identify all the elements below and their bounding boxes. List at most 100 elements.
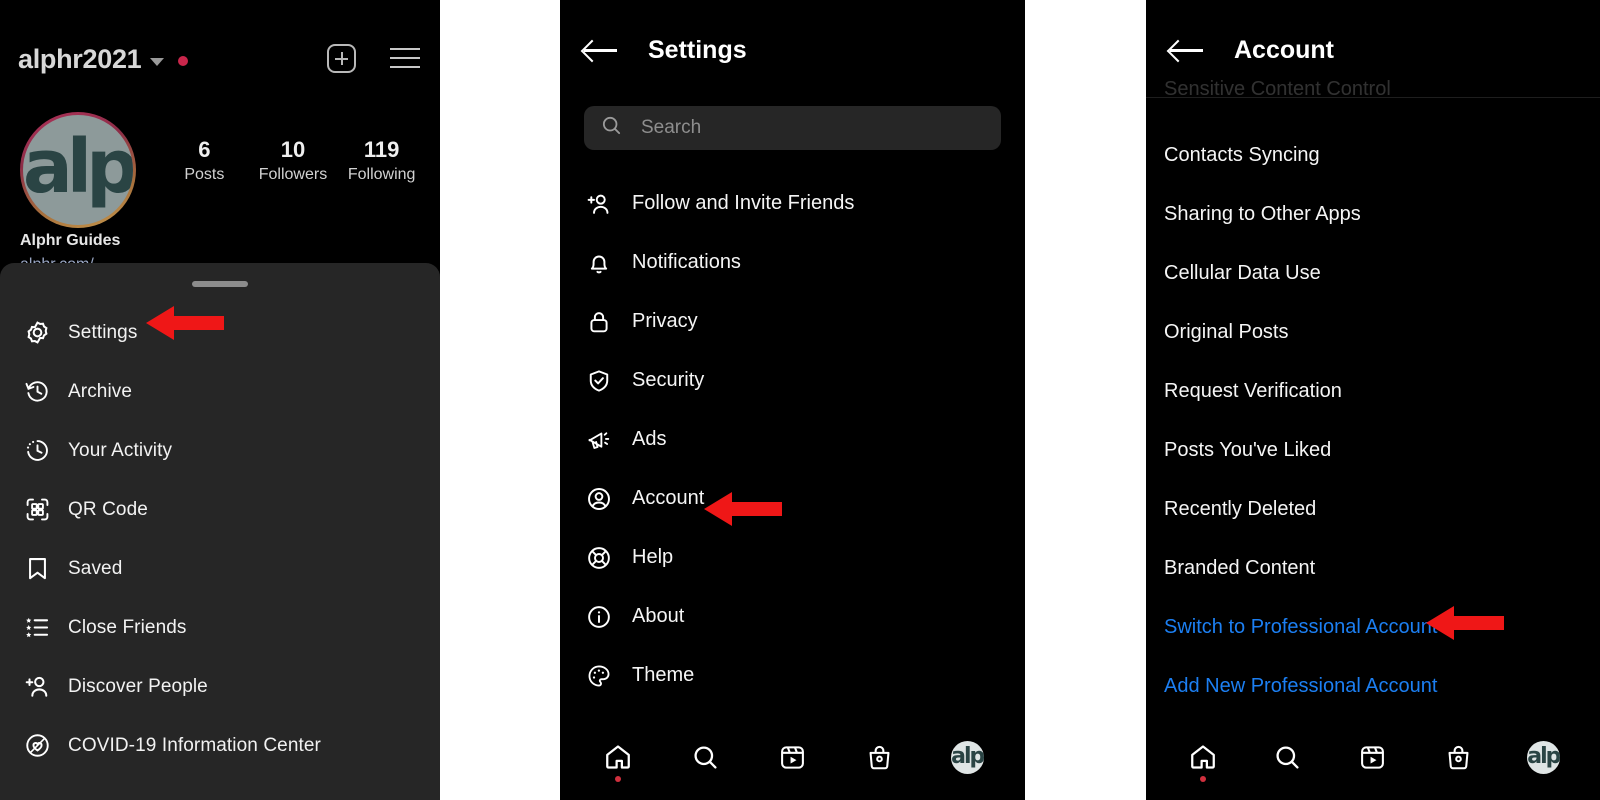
settings-item-follow-and-invite-friends[interactable]: Follow and Invite Friends: [560, 174, 1025, 233]
stat-label: Followers: [258, 165, 328, 183]
settings-item-label: Follow and Invite Friends: [632, 192, 855, 214]
sheet-item-covid-info[interactable]: COVID-19 Information Center: [0, 716, 440, 775]
sheet-item-label: QR Code: [68, 498, 148, 520]
settings-screen-panel: Settings Search Follow and Invite Friend…: [560, 0, 1025, 800]
stat-posts[interactable]: 6 Posts: [168, 136, 240, 184]
back-arrow-icon[interactable]: [584, 37, 618, 63]
sheet-item-your-activity[interactable]: Your Activity: [0, 421, 440, 480]
settings-item-label: About: [632, 605, 685, 627]
stat-value: 10: [280, 137, 306, 162]
page-title: Settings: [648, 35, 747, 64]
bottom-navigation-bar: alp: [1146, 714, 1600, 800]
profile-avatar-icon[interactable]: alp: [946, 736, 988, 778]
sheet-drag-handle[interactable]: [192, 281, 248, 287]
sheet-item-saved[interactable]: Saved: [0, 539, 440, 598]
sheet-item-discover-people[interactable]: Discover People: [0, 657, 440, 716]
account-item-contacts-syncing[interactable]: Contacts Syncing: [1146, 126, 1600, 185]
stat-following[interactable]: 119 Following: [346, 136, 418, 184]
settings-item-label: Theme: [632, 664, 695, 686]
sheet-menu-list: Settings Archive Your Activity QR Code S…: [0, 303, 440, 775]
add-person-icon: [584, 191, 614, 217]
settings-item-help[interactable]: Help: [560, 528, 1025, 587]
account-item-label: Original Posts: [1164, 321, 1289, 343]
home-icon[interactable]: [1182, 736, 1224, 782]
back-arrow-icon[interactable]: [1170, 37, 1204, 63]
search-icon[interactable]: [1267, 736, 1309, 778]
gear-icon: [20, 319, 54, 346]
settings-item-label: Security: [632, 369, 705, 391]
sheet-item-qr-code[interactable]: QR Code: [0, 480, 440, 539]
shop-bag-icon[interactable]: [1437, 736, 1479, 778]
account-item-label: Switch to Professional Account: [1164, 616, 1438, 638]
settings-item-label: Ads: [632, 428, 667, 450]
reels-icon[interactable]: [1352, 736, 1394, 778]
account-circle-icon: [584, 486, 614, 512]
settings-item-account[interactable]: Account: [560, 469, 1025, 528]
hamburger-menu-icon[interactable]: [390, 47, 420, 70]
search-icon[interactable]: [684, 736, 726, 778]
bookmark-icon: [20, 555, 54, 582]
account-item-branded-content[interactable]: Branded Content: [1146, 539, 1600, 598]
sheet-item-label: Saved: [68, 557, 123, 579]
shop-bag-icon[interactable]: [859, 736, 901, 778]
account-item-sharing-to-other-apps[interactable]: Sharing to Other Apps: [1146, 185, 1600, 244]
account-item-label: Sharing to Other Apps: [1164, 203, 1361, 225]
account-item-sensitive-content-control-cutoff[interactable]: Sensitive Content Control: [1146, 74, 1600, 104]
chevron-down-icon[interactable]: [150, 57, 165, 66]
account-item-add-new-professional-account[interactable]: Add New Professional Account: [1146, 657, 1600, 716]
stat-value: 119: [363, 137, 400, 162]
account-menu-list: Contacts Syncing Sharing to Other Apps C…: [1146, 126, 1600, 716]
sheet-item-label: Discover People: [68, 675, 208, 697]
search-input[interactable]: Search: [584, 106, 1001, 150]
account-item-label: Branded Content: [1164, 557, 1316, 579]
settings-item-privacy[interactable]: Privacy: [560, 292, 1025, 351]
avatar: alp: [1526, 740, 1560, 774]
reels-icon[interactable]: [771, 736, 813, 778]
settings-header: Settings: [560, 0, 1025, 100]
account-item-cellular-data-use[interactable]: Cellular Data Use: [1146, 244, 1600, 303]
profile-screen-panel: alphr2021 alp 6 Posts 10 Followers 119 F…: [0, 0, 440, 800]
sheet-item-settings[interactable]: Settings: [0, 303, 440, 362]
account-item-original-posts[interactable]: Original Posts: [1146, 303, 1600, 362]
account-item-request-verification[interactable]: Request Verification: [1146, 362, 1600, 421]
lock-icon: [584, 309, 614, 335]
profile-menu-sheet: Settings Archive Your Activity QR Code S…: [0, 263, 440, 800]
bell-icon: [584, 250, 614, 276]
account-item-label: Contacts Syncing: [1164, 144, 1320, 166]
account-item-label: Add New Professional Account: [1164, 675, 1438, 697]
avatar: alp: [23, 115, 133, 225]
settings-menu-list: Follow and Invite Friends Notifications: [560, 174, 1025, 705]
profile-avatar-icon[interactable]: alp: [1522, 736, 1564, 778]
settings-item-about[interactable]: About: [560, 587, 1025, 646]
archive-clock-icon: [20, 378, 54, 405]
stat-value: 6: [198, 137, 211, 162]
sheet-item-archive[interactable]: Archive: [0, 362, 440, 421]
settings-item-ads[interactable]: Ads: [560, 410, 1025, 469]
settings-item-notifications[interactable]: Notifications: [560, 233, 1025, 292]
settings-item-security[interactable]: Security: [560, 351, 1025, 410]
account-item-switch-to-professional-account[interactable]: Switch to Professional Account: [1146, 598, 1600, 657]
account-item-recently-deleted[interactable]: Recently Deleted: [1146, 480, 1600, 539]
home-icon[interactable]: [597, 736, 639, 782]
home-notification-dot: [1199, 776, 1206, 782]
account-item-label: Request Verification: [1164, 380, 1342, 402]
palette-icon: [584, 663, 614, 689]
sheet-item-label: Settings: [68, 321, 138, 343]
settings-item-theme[interactable]: Theme: [560, 646, 1025, 705]
qr-code-icon: [20, 496, 54, 523]
account-item-posts-youve-liked[interactable]: Posts You've Liked: [1146, 421, 1600, 480]
username-switcher[interactable]: alphr2021: [18, 44, 189, 75]
profile-avatar-ring[interactable]: alp: [20, 112, 136, 228]
avatar: alp: [950, 740, 984, 774]
screenshot-stage: alphr2021 alp 6 Posts 10 Followers 119 F…: [0, 0, 1600, 800]
sheet-item-close-friends[interactable]: Close Friends: [0, 598, 440, 657]
shield-check-icon: [584, 368, 614, 394]
add-post-icon[interactable]: [327, 44, 356, 73]
profile-stats: 6 Posts 10 Followers 119 Following: [160, 136, 426, 184]
lifebuoy-icon: [584, 545, 614, 571]
megaphone-icon: [584, 427, 614, 453]
sheet-item-label: COVID-19 Information Center: [68, 734, 321, 756]
page-title: Account: [1234, 35, 1334, 64]
avatar-logo-text: alp: [951, 744, 984, 769]
stat-followers[interactable]: 10 Followers: [257, 136, 329, 184]
